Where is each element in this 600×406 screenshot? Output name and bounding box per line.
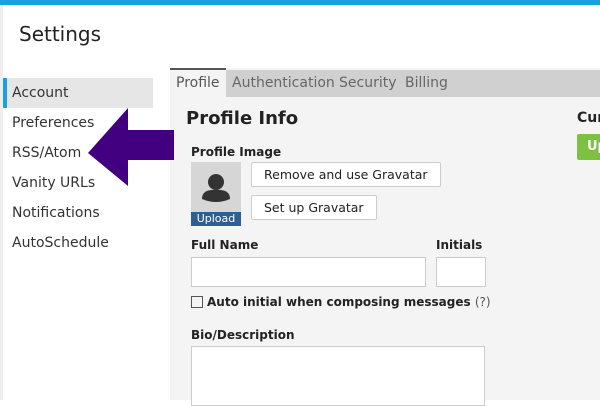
tab-security[interactable]: Security [339, 70, 397, 97]
user-icon [202, 174, 230, 202]
full-name-label: Full Name [191, 238, 259, 252]
page-title: Settings [19, 22, 102, 46]
auto-initial-label: Auto initial when composing messages (?) [207, 295, 491, 309]
left-arrow-annotation [88, 108, 174, 186]
right-heading: Cur [577, 110, 600, 126]
setup-gravatar-button[interactable]: Set up Gravatar [251, 195, 377, 220]
sidebar-item-notifications[interactable]: Notifications [3, 198, 153, 228]
tab-authentication[interactable]: Authentication [232, 70, 335, 97]
initials-input[interactable] [436, 257, 486, 287]
auto-initial-text: Auto initial when composing messages [207, 295, 471, 309]
initials-label: Initials [436, 238, 483, 252]
bio-textarea[interactable] [191, 346, 485, 406]
tab-billing[interactable]: Billing [405, 70, 448, 97]
remove-gravatar-button[interactable]: Remove and use Gravatar [251, 162, 441, 187]
profile-image-label: Profile Image [191, 145, 282, 159]
tab-profile[interactable]: Profile [170, 68, 226, 97]
green-action-button[interactable]: Up [577, 134, 600, 160]
sidebar-item-autoschedule[interactable]: AutoSchedule [3, 228, 153, 258]
bio-label: Bio/Description [191, 328, 295, 342]
help-link[interactable]: (?) [475, 295, 491, 309]
sidebar-item-account[interactable]: Account [3, 78, 153, 108]
top-accent-bar [0, 0, 600, 5]
auto-initial-checkbox[interactable] [191, 296, 203, 308]
avatar[interactable]: Upload [191, 162, 241, 226]
full-name-input[interactable] [191, 257, 426, 287]
upload-button[interactable]: Upload [191, 212, 241, 226]
section-heading: Profile Info [186, 108, 299, 129]
